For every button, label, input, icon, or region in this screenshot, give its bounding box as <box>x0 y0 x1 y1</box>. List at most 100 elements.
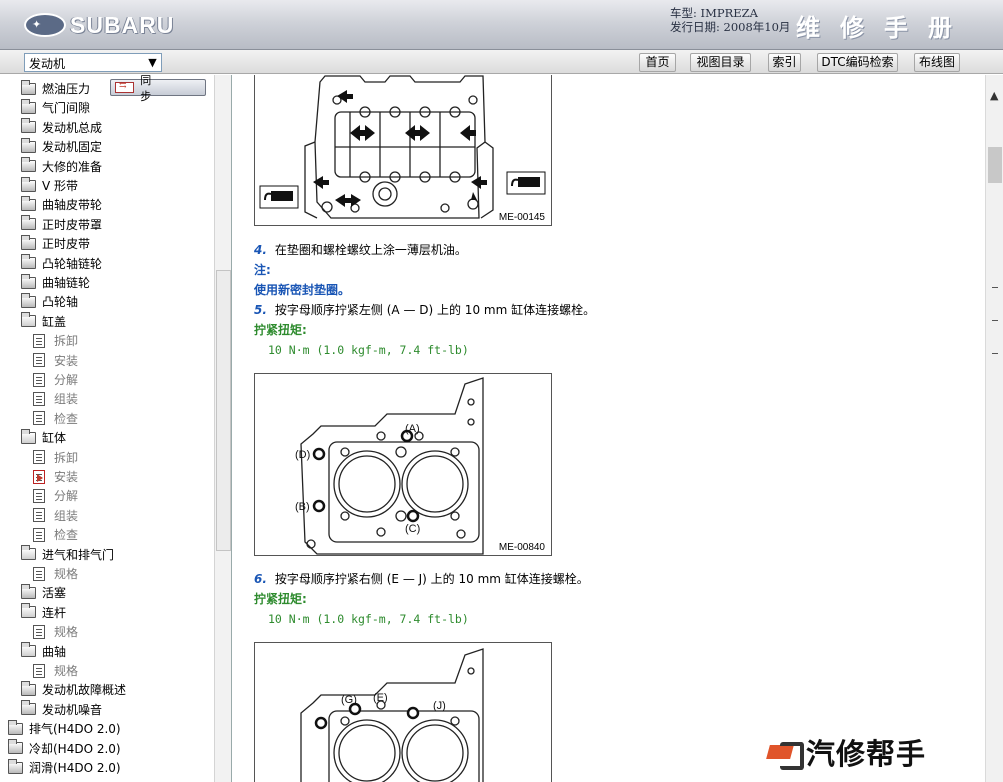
folder-icon <box>21 176 36 192</box>
sidebar-scrollbar-thumb[interactable] <box>216 270 231 551</box>
folder-icon <box>21 137 36 153</box>
tree-item[interactable]: 连杆 <box>21 603 66 622</box>
document-icon <box>33 469 45 484</box>
tree-item-label: 大修的准备 <box>42 159 103 174</box>
tree-item[interactable]: 安装 <box>33 467 78 486</box>
tree-item-label: V 形带 <box>42 179 79 193</box>
tree-item[interactable]: 规格 <box>33 564 78 583</box>
folder-icon <box>21 642 36 658</box>
scroll-up-icon[interactable]: ▲ <box>990 89 998 102</box>
callout-g: (G) <box>341 694 357 706</box>
tree-item[interactable]: 润滑(H4DO 2.0) <box>8 758 121 777</box>
engine-block-diagram-2: (A) (B) (C) (D) <box>295 377 484 555</box>
tree-item[interactable]: 缸盖 <box>21 312 66 331</box>
folder-icon <box>21 195 36 211</box>
tree-item-label: 凸轮轴 <box>42 295 79 310</box>
folder-icon <box>21 680 36 696</box>
folder-icon <box>21 545 36 561</box>
tree-item[interactable]: 缸体 <box>21 428 66 447</box>
torque-value: 10 N·m (1.0 kgf-m, 7.4 ft-lb) <box>268 612 469 626</box>
folder-icon <box>21 215 36 231</box>
tree-item[interactable]: 正时皮带 <box>21 234 90 253</box>
tree-item[interactable]: 燃油压力 <box>21 79 90 98</box>
folder-icon <box>8 758 23 774</box>
torque-title: 拧紧扭矩: <box>254 592 307 606</box>
tree-item-label: 正时皮带 <box>42 237 91 252</box>
tree-item-label: 曲轴皮带轮 <box>42 198 103 213</box>
chevron-down-icon[interactable]: ▼ <box>144 54 161 71</box>
tree-item[interactable]: 分解 <box>33 370 78 389</box>
figure-label: ME-00840 <box>498 542 545 553</box>
step-text: 按字母顺序拧紧右侧 (E — J) 上的 10 mm 缸体连接螺栓。 <box>274 572 589 586</box>
step-number: 4. <box>254 243 267 257</box>
tree-item[interactable]: 大修的准备 <box>21 157 102 176</box>
folder-icon <box>21 292 36 308</box>
tree-item[interactable]: 曲轴皮带轮 <box>21 195 102 214</box>
scroll-tick <box>992 353 998 354</box>
tree-item[interactable]: 安装 <box>33 351 78 370</box>
tree-item[interactable]: 发动机噪音 <box>21 700 102 719</box>
toolbar: 发动机 ▼ 首页 视图目录 索引 DTC编码检索 布线图 <box>0 50 1003 74</box>
document-icon <box>33 508 45 523</box>
document-icon <box>33 624 45 639</box>
torque-value: 10 N·m (1.0 kgf-m, 7.4 ft-lb) <box>268 343 469 357</box>
tree-item[interactable]: V 形带 <box>21 176 78 195</box>
content-scrollbar-thumb[interactable] <box>988 147 1002 183</box>
tree-item[interactable]: 活塞 <box>21 583 66 602</box>
document-icon <box>33 353 45 368</box>
tree-item[interactable]: 排气(H4DO 2.0) <box>8 719 121 738</box>
figure-me-00840: (A) (B) (C) (D) ME-00840 <box>254 373 552 556</box>
tree-item[interactable]: 发动机总成 <box>21 118 102 137</box>
dtc-search-button[interactable]: DTC编码检索 <box>817 53 898 72</box>
content-scrollbar[interactable]: ▲ <box>985 75 1003 782</box>
tree-item[interactable]: 规格 <box>33 661 78 680</box>
tree-item-label: 检查 <box>54 528 79 543</box>
index-button[interactable]: 索引 <box>768 53 801 72</box>
document-icon <box>33 391 45 406</box>
callout-b: (B) <box>295 501 310 513</box>
tree-item[interactable]: 进气和排气门 <box>21 545 114 564</box>
note-text: 使用新密封垫圈。 <box>254 283 351 297</box>
tree-item-label: 缸体 <box>42 431 67 446</box>
tree-item[interactable]: 发动机固定 <box>21 137 102 156</box>
tree-item[interactable]: 拆卸 <box>33 331 78 350</box>
tree-item[interactable]: 凸轮轴链轮 <box>21 254 102 273</box>
tree-item[interactable]: 正时皮带罩 <box>21 215 102 234</box>
tree-item-label: 规格 <box>54 664 79 678</box>
tree-item-label: 规格 <box>54 625 79 640</box>
section-select[interactable]: 发动机 ▼ <box>24 53 162 72</box>
wiring-diagram-button[interactable]: 布线图 <box>914 53 960 72</box>
callout-e: (E) <box>373 692 388 704</box>
home-button[interactable]: 首页 <box>639 53 676 72</box>
tree-item-label: 凸轮轴链轮 <box>42 256 103 271</box>
tree-item[interactable]: 组装 <box>33 506 78 525</box>
tree-item[interactable]: 规格 <box>33 622 78 641</box>
tree-item-label: 曲轴链轮 <box>42 276 91 290</box>
tree-item-label: 进气和排气门 <box>42 547 115 562</box>
tree-item[interactable]: 检查 <box>33 409 78 428</box>
tree-item[interactable]: 曲轴链轮 <box>21 273 90 292</box>
tree-item[interactable]: 曲轴 <box>21 642 66 661</box>
tree-item[interactable]: 分解 <box>33 486 78 505</box>
torque-title: 拧紧扭矩: <box>254 323 307 337</box>
tree-item[interactable]: 发动机故障概述 <box>21 680 126 699</box>
tree-item-label: 检查 <box>54 411 79 426</box>
sidebar-scrollbar[interactable] <box>214 75 231 782</box>
section-select-value: 发动机 <box>29 57 66 71</box>
folder-icon <box>21 234 36 250</box>
tree-item-label: 正时皮带罩 <box>42 217 103 232</box>
tree-item-label: 发动机固定 <box>42 140 103 155</box>
engine-block-diagram-3: (E) (G) (J) <box>300 648 484 782</box>
tree-item[interactable]: 拆卸 <box>33 448 78 467</box>
tree-item-label: 规格 <box>54 567 79 581</box>
sync-button[interactable]: 同 步 <box>110 74 206 103</box>
folder-icon <box>8 719 23 735</box>
tree-item[interactable]: 组装 <box>33 389 78 408</box>
tree-item[interactable]: 凸轮轴 <box>21 292 78 311</box>
view-catalog-button[interactable]: 视图目录 <box>690 53 751 72</box>
watermark-logo-icon <box>768 739 804 770</box>
tree-item[interactable]: 气门间隙 <box>21 98 90 117</box>
tree-item[interactable]: 冷却(H4DO 2.0) <box>8 739 121 758</box>
tree-item[interactable]: 检查 <box>33 525 78 544</box>
document-icon <box>33 333 45 348</box>
